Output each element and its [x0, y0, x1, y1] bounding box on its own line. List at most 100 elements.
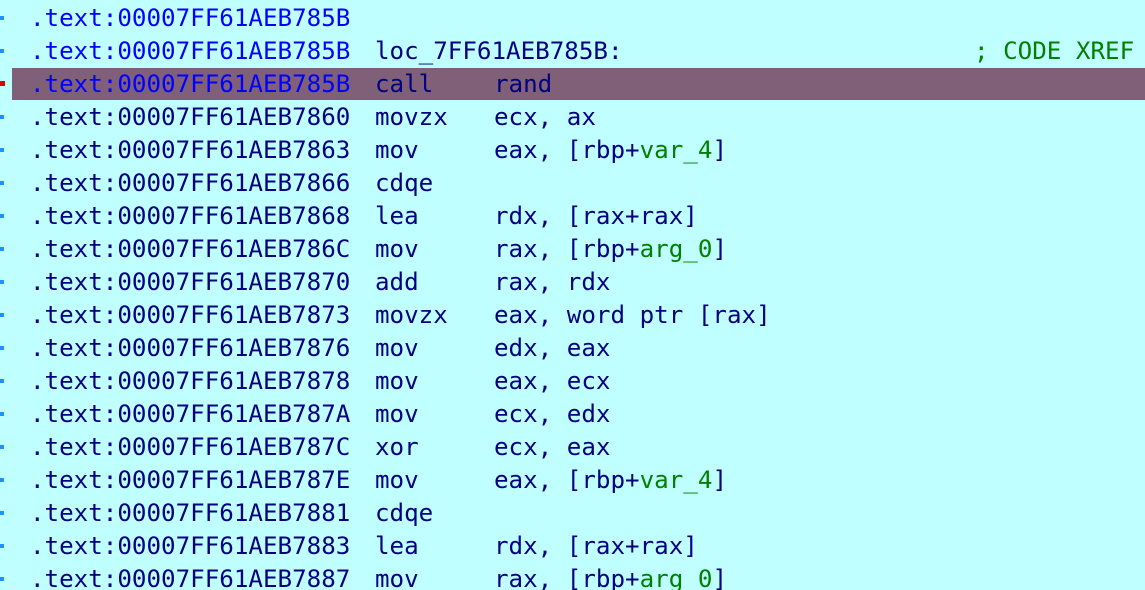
line-marker-icon — [0, 214, 4, 218]
instruction-operands: ecx, eax — [494, 433, 611, 461]
line-address: .text:00007FF61AEB7873 — [30, 301, 351, 329]
operand-text: ] — [712, 136, 727, 164]
line-address: .text:00007FF61AEB7866 — [30, 169, 351, 197]
line-marker-icon — [0, 313, 4, 317]
instruction-mnemonic: mov — [375, 334, 419, 362]
xref-comment: ; CODE XREF — [974, 37, 1135, 65]
operand-text: ] — [712, 235, 727, 263]
line-address: .text:00007FF61AEB7883 — [30, 532, 351, 560]
operand-text: ] — [712, 466, 727, 494]
instruction-operands: eax, ecx — [494, 367, 611, 395]
instruction-operands: eax, word ptr [rax] — [494, 301, 771, 329]
line-marker-icon — [0, 346, 4, 350]
line-marker-icon — [0, 379, 4, 383]
breakpoint-gutter[interactable] — [0, 0, 12, 590]
instruction-operands: rdx, [rax+rax] — [494, 202, 698, 230]
instruction-operands: eax, [rbp+var_4] — [494, 464, 727, 496]
listing-line[interactable]: .text:00007FF61AEB786C mov rax, [rbp+arg… — [0, 233, 1145, 265]
listing-line[interactable]: .text:00007FF61AEB7860 movzx ecx, ax — [0, 101, 1145, 133]
operand-text: eax, [rbp+ — [494, 466, 640, 494]
instruction-mnemonic: cdqe — [375, 499, 434, 527]
operand-text: rax, [rbp+ — [494, 565, 640, 590]
instruction-mnemonic: mov — [375, 400, 419, 428]
line-marker-icon — [0, 280, 4, 284]
instruction-mnemonic: mov — [375, 235, 419, 263]
listing-line[interactable]: .text:00007FF61AEB7883 lea rdx, [rax+rax… — [0, 530, 1145, 562]
instruction-mnemonic: lea — [375, 202, 419, 230]
listing-line[interactable]: .text:00007FF61AEB787A mov ecx, edx — [0, 398, 1145, 430]
line-address: .text:00007FF61AEB7868 — [30, 202, 351, 230]
line-marker-icon — [0, 148, 4, 152]
line-address: .text:00007FF61AEB7860 — [30, 103, 351, 131]
listing-line[interactable]: .text:00007FF61AEB7887 mov rax, [rbp+arg… — [0, 563, 1145, 590]
line-address: .text:00007FF61AEB7863 — [30, 136, 351, 164]
operand-text: ] — [712, 565, 727, 590]
line-marker-icon — [0, 247, 4, 251]
instruction-mnemonic: cdqe — [375, 169, 434, 197]
instruction-mnemonic: mov — [375, 367, 419, 395]
line-address: .text:00007FF61AEB786C — [30, 235, 351, 263]
line-marker-icon — [0, 544, 4, 548]
listing-line[interactable]: .text:00007FF61AEB7866 cdqe — [0, 167, 1145, 199]
instruction-operands[interactable]: rand — [494, 68, 552, 100]
instruction-mnemonic: call — [375, 70, 434, 98]
instruction-operands: edx, eax — [494, 334, 611, 362]
instruction-operands: eax, [rbp+var_4] — [494, 134, 727, 166]
stack-variable[interactable]: var_4 — [640, 466, 713, 494]
listing-line[interactable]: .text:00007FF61AEB7870 add rax, rdx — [0, 266, 1145, 298]
instruction-mnemonic: mov — [375, 565, 419, 590]
instruction-operands: rax, rdx — [494, 268, 611, 296]
listing-line[interactable]: .text:00007FF61AEB7881 cdqe — [0, 497, 1145, 529]
line-marker-icon — [0, 181, 4, 185]
line-marker-icon — [0, 412, 4, 416]
instruction-mnemonic: movzx — [375, 103, 448, 131]
instruction-mnemonic: xor — [375, 433, 419, 461]
listing-line[interactable]: .text:00007FF61AEB787E mov eax, [rbp+var… — [0, 464, 1145, 496]
line-address: .text:00007FF61AEB7881 — [30, 499, 351, 527]
instruction-mnemonic: movzx — [375, 301, 448, 329]
code-label[interactable]: loc_7FF61AEB785B: — [375, 35, 623, 67]
instruction-mnemonic: mov — [375, 466, 419, 494]
instruction-operands: ecx, edx — [494, 400, 611, 428]
instruction-operands: rdx, [rax+rax] — [494, 532, 698, 560]
line-marker-icon — [0, 445, 4, 449]
operand-text: eax, [rbp+ — [494, 136, 640, 164]
instruction-operands: rax, [rbp+arg_0] — [494, 563, 727, 590]
line-address: .text:00007FF61AEB787A — [30, 400, 351, 428]
listing-line[interactable]: .text:00007FF61AEB7863 mov eax, [rbp+var… — [0, 134, 1145, 166]
line-address: .text:00007FF61AEB7878 — [30, 367, 351, 395]
instruction-operands: ecx, ax — [494, 103, 596, 131]
listing-line[interactable]: .text:00007FF61AEB785B — [0, 2, 1145, 34]
line-marker-icon — [0, 511, 4, 515]
listing-line[interactable]: .text:00007FF61AEB7876 mov edx, eax — [0, 332, 1145, 364]
line-address: .text:00007FF61AEB787C — [30, 433, 351, 461]
line-address: .text:00007FF61AEB7887 — [30, 565, 351, 590]
disassembly-view[interactable]: .text:00007FF61AEB785B .text:00007FF61AE… — [0, 0, 1145, 590]
listing-line[interactable]: .text:00007FF61AEB7878 mov eax, ecx — [0, 365, 1145, 397]
instruction-mnemonic: add — [375, 268, 419, 296]
breakpoint-icon[interactable] — [0, 81, 5, 86]
line-marker-icon — [0, 16, 4, 20]
line-marker-icon — [0, 49, 4, 53]
line-address: .text:00007FF61AEB785B — [30, 70, 351, 98]
line-marker-icon — [0, 478, 4, 482]
line-address: .text:00007FF61AEB7870 — [30, 268, 351, 296]
listing-line[interactable]: .text:00007FF61AEB7868 lea rdx, [rax+rax… — [0, 200, 1145, 232]
stack-variable[interactable]: var_4 — [640, 136, 713, 164]
instruction-operands: rax, [rbp+arg_0] — [494, 233, 727, 265]
listing-line[interactable]: .text:00007FF61AEB787C xor ecx, eax — [0, 431, 1145, 463]
line-marker-icon — [0, 115, 4, 119]
listing-line[interactable]: .text:00007FF61AEB785B loc_7FF61AEB785B:… — [0, 35, 1145, 67]
instruction-mnemonic: mov — [375, 136, 419, 164]
operand-text: rax, [rbp+ — [494, 235, 640, 263]
line-address: .text:00007FF61AEB7876 — [30, 334, 351, 362]
line-address: .text:00007FF61AEB785B — [30, 4, 351, 32]
line-address: .text:00007FF61AEB785B — [30, 37, 351, 65]
stack-variable[interactable]: arg_0 — [640, 235, 713, 263]
listing-line-selected[interactable]: .text:00007FF61AEB785B call rand — [0, 68, 1145, 100]
instruction-mnemonic: lea — [375, 532, 419, 560]
line-marker-icon — [0, 577, 4, 581]
line-address: .text:00007FF61AEB787E — [30, 466, 351, 494]
listing-line[interactable]: .text:00007FF61AEB7873 movzx eax, word p… — [0, 299, 1145, 331]
stack-variable[interactable]: arg_0 — [640, 565, 713, 590]
